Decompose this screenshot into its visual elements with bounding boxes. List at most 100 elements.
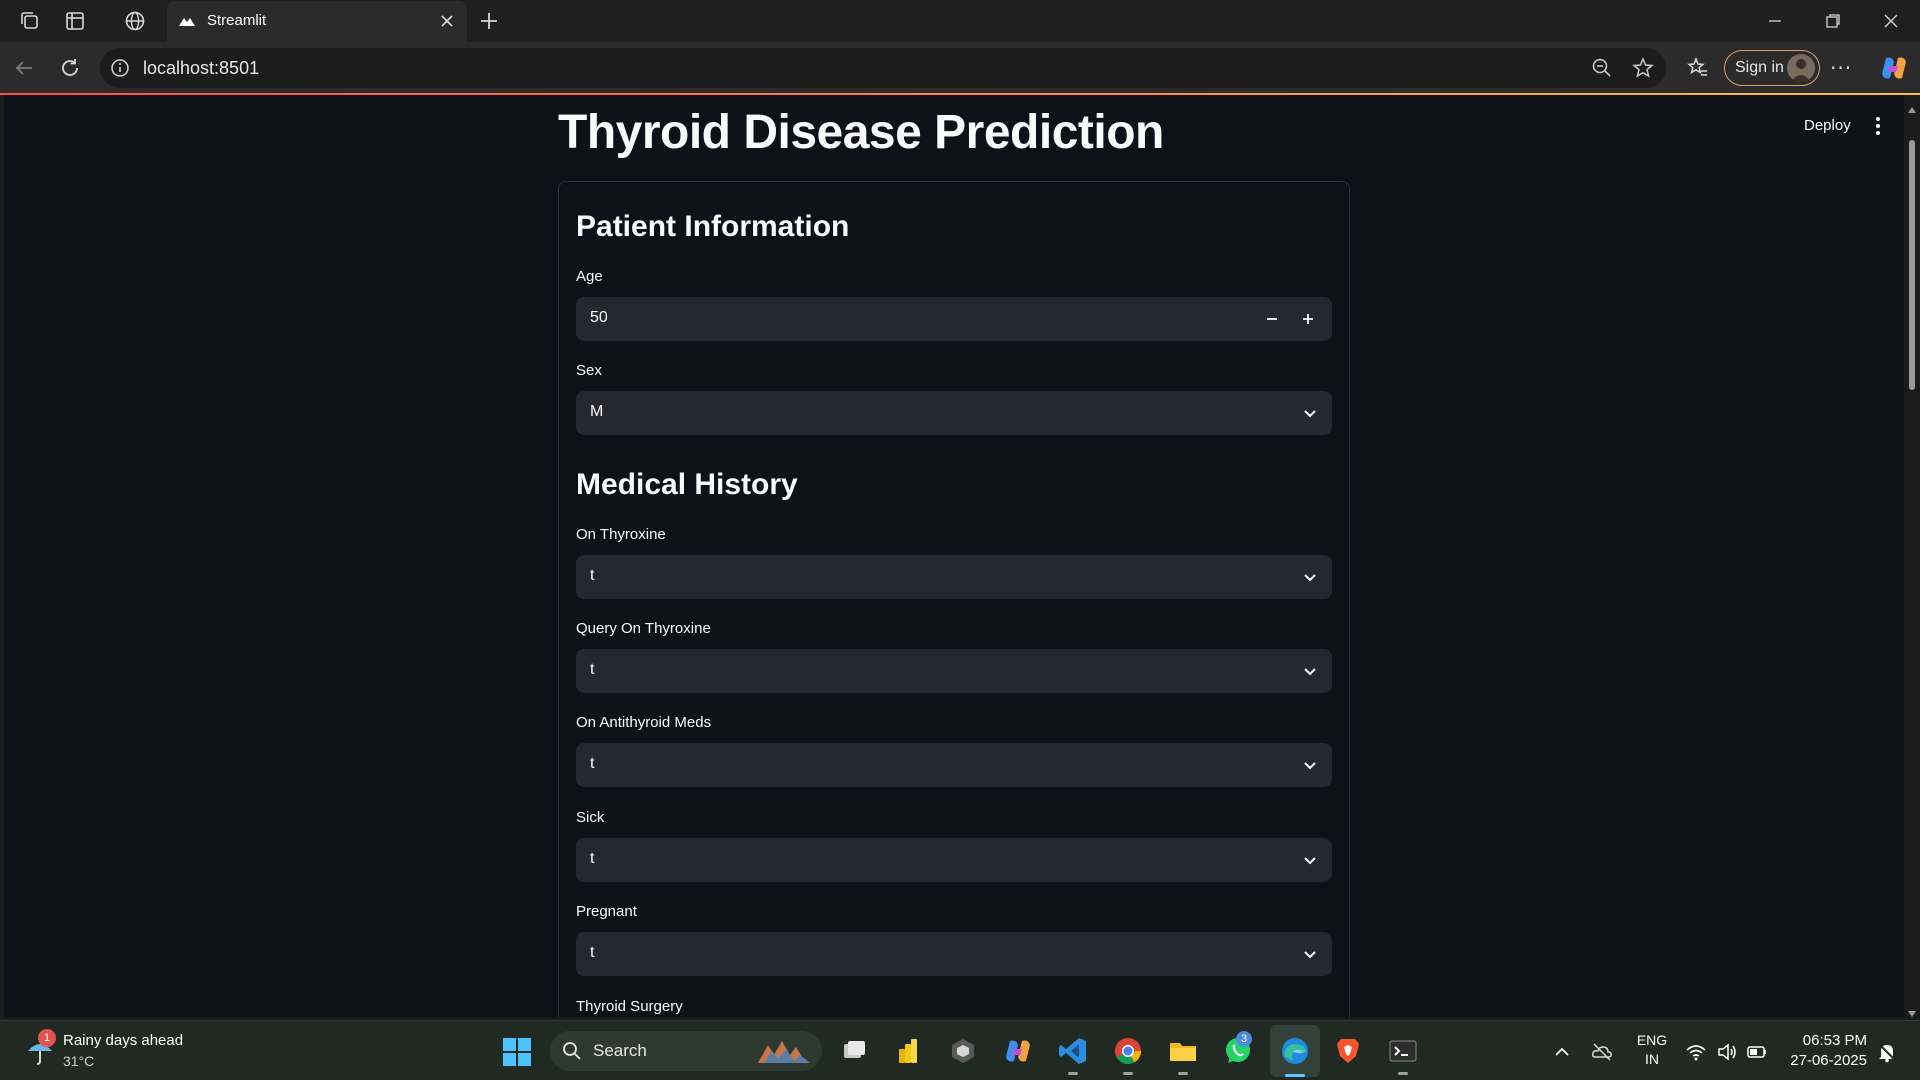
zoom-out-icon[interactable] <box>1590 56 1614 80</box>
on-antithyroid-meds-select[interactable]: t <box>576 743 1332 787</box>
chevron-down-icon <box>1302 757 1318 773</box>
chrome-icon[interactable] <box>1110 1033 1146 1075</box>
running-indicator <box>1068 1072 1078 1075</box>
chevron-down-icon <box>1302 852 1318 868</box>
chevron-down-icon <box>1302 405 1318 421</box>
onedrive-offline-icon[interactable] <box>1591 1041 1613 1063</box>
pregnant-select[interactable]: t <box>576 932 1332 976</box>
whatsapp-badge: 3 <box>1236 1031 1252 1047</box>
unity-hub-icon[interactable] <box>945 1033 981 1069</box>
chevron-down-icon <box>1302 663 1318 679</box>
system-clock[interactable]: 06:53 PM 27-06-2025 <box>1782 1031 1867 1071</box>
copilot-icon[interactable] <box>1878 52 1910 84</box>
sign-in-button[interactable]: Sign in <box>1724 50 1820 86</box>
running-indicator <box>1178 1072 1188 1075</box>
pregnant-value: t <box>590 944 595 961</box>
back-arrow-icon[interactable] <box>10 54 38 82</box>
taskbar-search-box[interactable]: Search <box>550 1031 822 1071</box>
windows-start-icon[interactable] <box>502 1037 532 1067</box>
tab-title: Streamlit <box>207 12 267 29</box>
site-info-icon[interactable] <box>110 58 130 78</box>
globe-icon[interactable] <box>122 8 148 34</box>
brave-icon[interactable] <box>1330 1033 1366 1069</box>
restore-icon[interactable] <box>1813 6 1853 36</box>
close-tab-icon[interactable] <box>437 11 457 31</box>
scroll-up-icon[interactable] <box>1908 99 1916 113</box>
clock-time: 06:53 PM <box>1802 1032 1867 1049</box>
edge-icon[interactable] <box>1277 1033 1313 1077</box>
minimize-icon[interactable] <box>1755 6 1795 36</box>
streamlit-logo-icon <box>177 12 197 32</box>
copilot-app-icon[interactable] <box>1000 1033 1036 1069</box>
favorite-star-icon[interactable] <box>1631 56 1655 80</box>
chevron-up-icon[interactable] <box>1551 1041 1573 1063</box>
new-tab-icon[interactable] <box>476 8 502 34</box>
tab-actions-icon[interactable] <box>62 8 88 34</box>
query-on-thyroxine-value: t <box>590 661 595 678</box>
sex-label: Sex <box>576 362 602 379</box>
volume-icon[interactable] <box>1716 1041 1738 1063</box>
address-bar[interactable]: localhost:8501 <box>100 48 1666 88</box>
terminal-icon[interactable] <box>1385 1033 1421 1075</box>
sick-label: Sick <box>576 809 605 826</box>
battery-icon[interactable] <box>1746 1041 1768 1063</box>
close-window-icon[interactable] <box>1871 6 1911 36</box>
scroll-down-icon[interactable] <box>1908 1003 1916 1017</box>
chevron-down-icon <box>1302 946 1318 962</box>
query-on-thyroxine-select[interactable]: t <box>576 649 1332 693</box>
plus-icon[interactable] <box>1296 307 1320 331</box>
browser-tab-streamlit[interactable]: Streamlit <box>167 1 467 42</box>
sex-value: M <box>590 403 604 420</box>
on-antithyroid-meds-value: t <box>590 755 595 772</box>
chevron-down-icon <box>1302 569 1318 585</box>
age-number-input[interactable]: 50 <box>576 297 1332 341</box>
main-menu-icon[interactable] <box>1873 115 1883 137</box>
browser-toolbar: localhost:8501 Sign in ··· <box>0 42 1920 94</box>
active-indicator <box>1285 1074 1305 1077</box>
pregnant-label: Pregnant <box>576 903 637 920</box>
power-bi-icon[interactable] <box>890 1033 926 1069</box>
workspaces-icon[interactable] <box>17 8 43 34</box>
page-title: Thyroid Disease Prediction <box>558 106 1164 159</box>
clock-date: 27-06-2025 <box>1790 1052 1867 1069</box>
weather-badge: 1 <box>38 1029 56 1047</box>
language-indicator[interactable]: ENG IN <box>1634 1031 1670 1069</box>
task-view-icon[interactable] <box>836 1033 872 1069</box>
prediction-form: Patient Information Age 50 Sex M Medical… <box>558 181 1350 1017</box>
on-thyroxine-select[interactable]: t <box>576 555 1332 599</box>
running-indicator <box>1398 1072 1408 1075</box>
search-icon <box>562 1041 582 1061</box>
page-scrollbar[interactable] <box>1904 95 1920 1017</box>
minus-icon[interactable] <box>1260 307 1284 331</box>
file-explorer-icon[interactable] <box>1165 1033 1201 1075</box>
vscode-icon[interactable] <box>1055 1033 1091 1075</box>
refresh-icon[interactable] <box>56 54 84 82</box>
thyroid-surgery-label: Thyroid Surgery <box>576 998 683 1015</box>
running-indicator <box>1123 1072 1133 1075</box>
on-thyroxine-value: t <box>590 567 595 584</box>
wifi-icon[interactable] <box>1685 1041 1707 1063</box>
section-patient-information: Patient Information <box>576 210 850 243</box>
notification-bell-icon[interactable] <box>1876 1041 1898 1063</box>
browser-menu-button[interactable]: ··· <box>1830 56 1856 80</box>
url-text: localhost:8501 <box>143 58 260 78</box>
age-value: 50 <box>590 309 608 326</box>
sick-value: t <box>590 850 595 867</box>
language-code: ENG <box>1636 1032 1668 1048</box>
browser-titlebar: Streamlit <box>0 0 1920 42</box>
search-highlight-icon <box>754 1037 816 1065</box>
on-thyroxine-label: On Thyroxine <box>576 526 666 543</box>
on-antithyroid-meds-label: On Antithyroid Meds <box>576 714 712 731</box>
weather-widget[interactable]: Rainy days ahead 31°C <box>63 1031 183 1071</box>
deploy-button[interactable]: Deploy <box>1804 117 1851 134</box>
sex-select[interactable]: M <box>576 391 1332 435</box>
age-label: Age <box>576 268 603 285</box>
weather-forecast: Rainy days ahead <box>63 1032 184 1049</box>
streamlit-app: Deploy Thyroid Disease Prediction Patien… <box>4 95 1904 1017</box>
sick-select[interactable]: t <box>576 838 1332 882</box>
screen: Streamlit localhost:8501 Sign in ··· Dep… <box>0 0 1920 1080</box>
scroll-thumb[interactable] <box>1909 140 1915 390</box>
search-placeholder: Search <box>593 1041 647 1060</box>
favorites-icon[interactable] <box>1684 54 1712 82</box>
avatar <box>1787 54 1815 82</box>
